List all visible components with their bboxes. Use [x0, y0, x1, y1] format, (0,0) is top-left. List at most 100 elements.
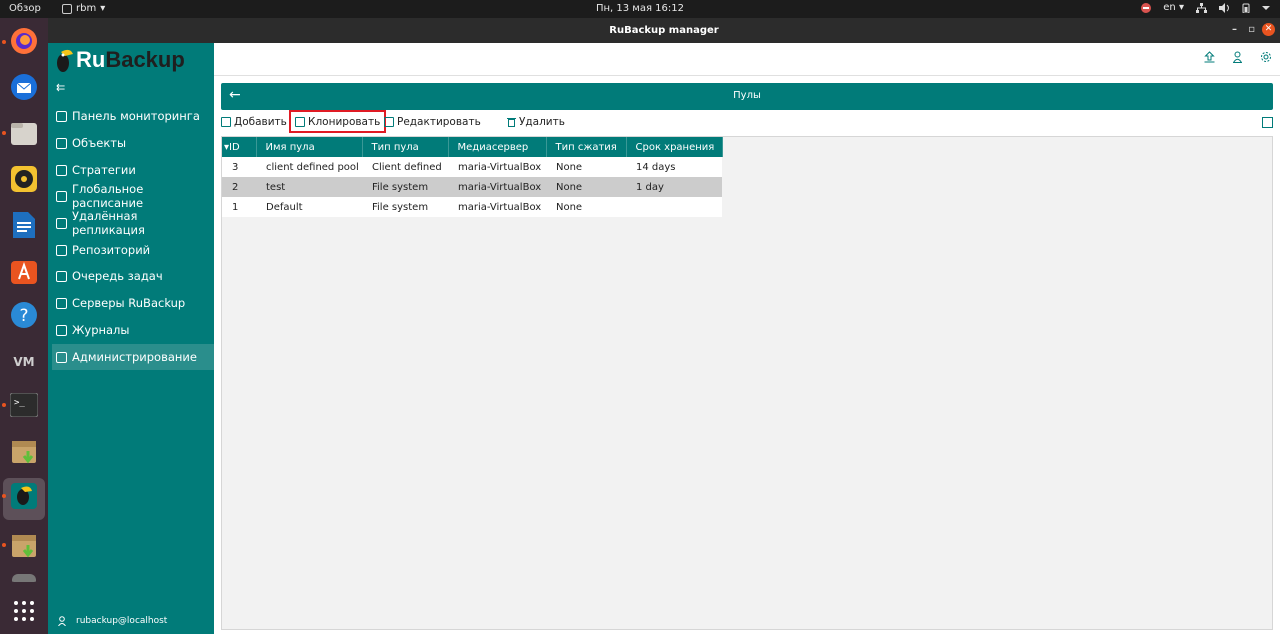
- app-sidebar: RuBackup ⇇ Панель мониторинга Объекты Стра…: [48, 43, 214, 634]
- thunderbird-icon[interactable]: [9, 72, 39, 102]
- terminal-icon[interactable]: >_: [9, 390, 39, 420]
- svg-text:?: ?: [19, 306, 28, 326]
- delete-button-label: Удалить: [519, 116, 565, 128]
- clone-button[interactable]: Клонировать: [289, 110, 387, 133]
- cell-compression: None: [556, 201, 583, 213]
- admin-icon: [56, 351, 67, 363]
- table-row[interactable]: 3 client defined pool Client defined maria-…: [222, 157, 722, 177]
- close-button[interactable]: ✕: [1262, 23, 1275, 36]
- archive-install-icon-2[interactable]: [9, 530, 39, 560]
- partial-dock-icon[interactable]: [9, 572, 39, 582]
- add-icon: [221, 117, 231, 127]
- window-title: RuBackup manager: [609, 25, 719, 36]
- column-header-type[interactable]: Тип пула: [362, 137, 449, 157]
- system-menu-arrow-icon[interactable]: [1262, 4, 1270, 12]
- sidebar-item-2[interactable]: Стратегии: [52, 157, 214, 183]
- sidebar-item-label: Объекты: [72, 136, 127, 150]
- replication-icon: [56, 217, 67, 229]
- dashboard-icon: [56, 110, 67, 122]
- writer-icon[interactable]: [9, 210, 39, 240]
- delete-button[interactable]: Удалить: [507, 112, 565, 132]
- minimize-button[interactable]: –: [1232, 24, 1237, 35]
- system-top-bar: Обзор rbm ▾ Пн, 13 мая 16:12 en ▾: [0, 0, 1280, 18]
- sidebar-item-3[interactable]: Глобальное расписание: [52, 182, 214, 210]
- settings-icon[interactable]: [1260, 51, 1272, 63]
- sidebar-item-7[interactable]: Серверы RuBackup: [52, 290, 214, 316]
- add-button[interactable]: Добавить: [221, 112, 287, 132]
- tasks-icon: [56, 270, 67, 282]
- running-indicator: [2, 543, 6, 547]
- rhythmbox-icon[interactable]: [9, 164, 39, 194]
- svg-text:>_: >_: [14, 398, 25, 408]
- sidebar-item-label: Репозиторий: [72, 243, 151, 257]
- files-icon[interactable]: [9, 118, 39, 148]
- dock: ? VM >_: [0, 18, 48, 634]
- cell-media: maria-VirtualBox: [458, 161, 542, 173]
- column-header-retention[interactable]: Срок хранения: [626, 137, 723, 157]
- sidebar-item-label: Удалённая репликация: [72, 209, 145, 237]
- virtualbox-icon[interactable]: VM: [9, 346, 39, 376]
- column-header-compression[interactable]: Тип сжатия: [546, 137, 627, 157]
- calendar-icon: [56, 190, 67, 202]
- page-title: Пулы: [733, 90, 761, 101]
- sidebar-item-label: Журналы: [72, 323, 130, 337]
- rubackup-manager-icon[interactable]: [9, 481, 39, 511]
- user-account-icon[interactable]: [1233, 51, 1242, 63]
- sidebar-item-0[interactable]: Панель мониторинга: [52, 103, 214, 129]
- sidebar-item-4[interactable]: Удалённая репликация: [52, 209, 214, 237]
- cell-name: test: [266, 181, 286, 193]
- cell-media: maria-VirtualBox: [458, 181, 542, 193]
- archive-install-icon[interactable]: [9, 436, 39, 466]
- sidebar-item-6[interactable]: Очередь задач: [52, 263, 214, 289]
- sidebar-item-1[interactable]: Объекты: [52, 130, 214, 156]
- clock[interactable]: Пн, 13 мая 16:12: [0, 3, 1280, 14]
- table-row[interactable]: 1 Default File system maria-VirtualBox None: [222, 197, 722, 217]
- log-icon: [56, 324, 67, 336]
- cell-compression: None: [556, 181, 583, 193]
- table-row[interactable]: 2 test File system maria-VirtualBox None 1 da…: [222, 177, 722, 197]
- rubackup-logo: RuBackup: [54, 47, 185, 73]
- power-icon[interactable]: [1242, 3, 1250, 13]
- cell-retention: 1 day: [636, 181, 664, 193]
- clone-icon: [295, 116, 305, 127]
- sidebar-item-label: Глобальное расписание: [72, 182, 144, 210]
- logo-ru: Ru: [76, 47, 106, 72]
- sidebar-item-5[interactable]: Репозиторий: [52, 237, 214, 263]
- help-icon[interactable]: ?: [9, 300, 39, 330]
- column-settings-icon[interactable]: [1262, 117, 1273, 128]
- window-titlebar[interactable]: RuBackup manager – ▫ ✕: [48, 18, 1280, 43]
- sidebar-item-9[interactable]: Администрирование: [52, 344, 214, 370]
- do-not-disturb-icon[interactable]: [1141, 2, 1152, 13]
- sidebar-item-label: Очередь задач: [72, 269, 163, 283]
- column-header-id[interactable]: ▾ID: [222, 137, 257, 157]
- cell-id: 1: [232, 201, 239, 213]
- sidebar-item-label: Администрирование: [72, 350, 197, 364]
- edit-button-label: Редактировать: [397, 116, 481, 128]
- sidebar-item-8[interactable]: Журналы: [52, 317, 214, 343]
- firefox-icon[interactable]: [9, 26, 39, 56]
- column-header-name[interactable]: Имя пула: [256, 137, 363, 157]
- cell-retention: [626, 197, 722, 217]
- app-center-icon[interactable]: [9, 256, 39, 286]
- upload-icon[interactable]: [1204, 51, 1215, 63]
- add-button-label: Добавить: [234, 116, 287, 128]
- column-header-media-server[interactable]: Медиасервер: [448, 137, 547, 157]
- sidebar-item-label: Панель мониторинга: [72, 109, 200, 123]
- toolbar: Добавить Клонировать Редактировать Удали…: [221, 110, 1273, 133]
- running-indicator: [2, 131, 6, 135]
- toucan-logo-icon: [57, 49, 73, 72]
- cell-name: client defined pool: [266, 161, 359, 173]
- system-tray: en ▾: [1141, 2, 1270, 13]
- cell-type: File system: [372, 181, 429, 193]
- collapse-sidebar-button[interactable]: ⇇: [56, 81, 65, 94]
- show-apps-icon[interactable]: [9, 596, 39, 626]
- pools-table: ▾ID Имя пула Тип пула Медиасервер Тип сж…: [222, 137, 723, 217]
- edit-button[interactable]: Редактировать: [384, 112, 481, 132]
- running-indicator: [2, 40, 6, 44]
- volume-icon[interactable]: [1219, 2, 1230, 13]
- running-indicator: [2, 494, 6, 498]
- header-actions: [1204, 51, 1272, 63]
- network-icon[interactable]: [1196, 2, 1207, 13]
- maximize-button[interactable]: ▫: [1248, 24, 1255, 35]
- language-indicator[interactable]: en ▾: [1163, 2, 1184, 13]
